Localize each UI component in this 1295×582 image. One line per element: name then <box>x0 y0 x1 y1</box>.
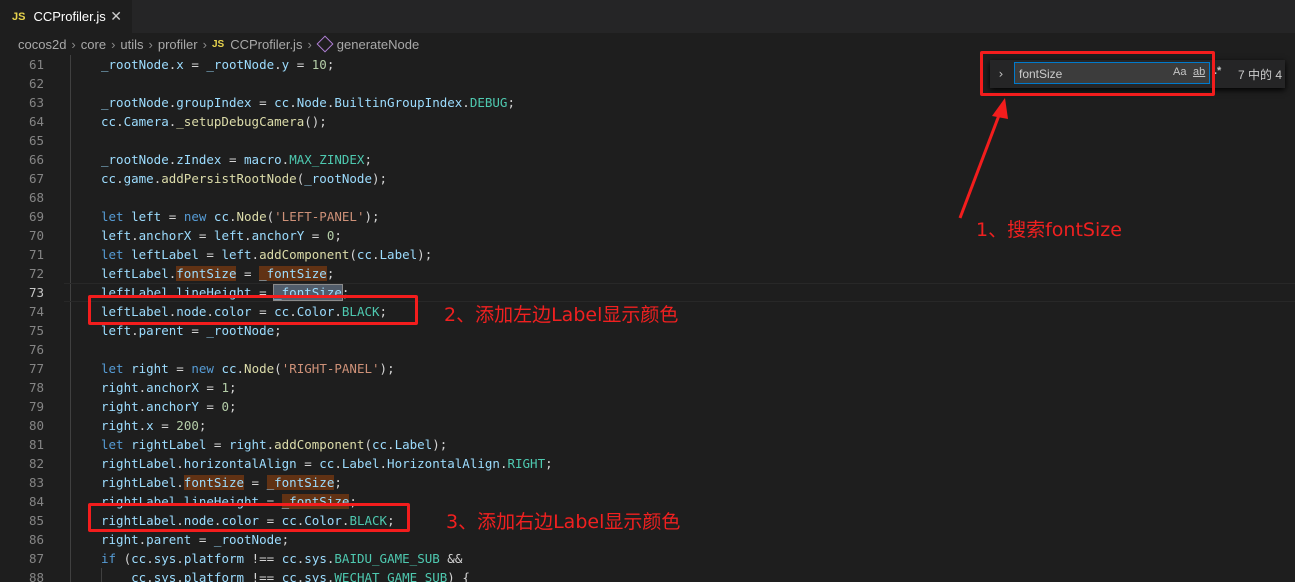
annotation-step-3: 3、添加右边Label显示颜色 <box>446 511 681 533</box>
annotation-arrow <box>958 98 1008 219</box>
annotation-step-2: 2、添加左边Label显示颜色 <box>444 304 679 326</box>
annotation-step-1: 1、搜索fontSize <box>976 219 1122 241</box>
arrow-head <box>992 98 1008 119</box>
arrow-line <box>958 109 1003 219</box>
